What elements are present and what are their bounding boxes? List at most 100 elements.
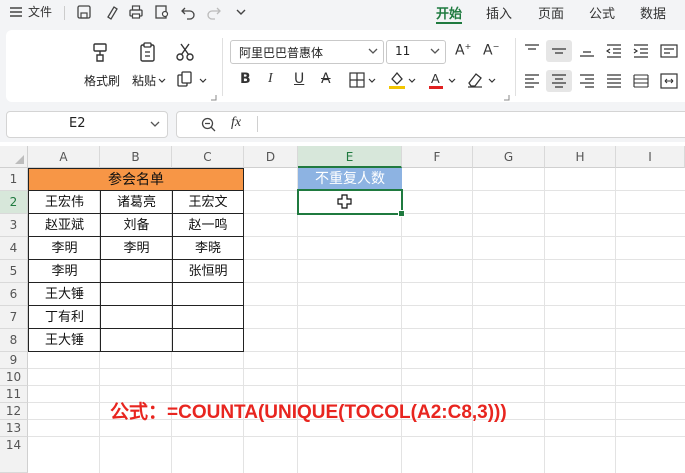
paste-icon[interactable] [137,41,159,63]
paste-label[interactable]: 粘贴 [132,72,156,89]
e1-header-cell[interactable]: 不重复人数 [298,168,402,191]
strikethrough-icon[interactable]: A [321,71,331,87]
bold-icon[interactable]: B [240,71,251,87]
selected-cell-e2[interactable] [297,189,405,217]
justify-icon[interactable] [606,74,622,88]
col-header-i[interactable]: I [616,146,685,168]
undo-icon[interactable] [180,4,196,20]
col-header-a[interactable]: A [28,146,100,168]
col-header-h[interactable]: H [545,146,616,168]
table-cell[interactable] [100,305,173,329]
row-header-11[interactable]: 11 [0,386,28,403]
tab-home[interactable]: 开始 [436,3,462,22]
print-icon[interactable] [128,4,144,20]
menu-icon[interactable] [8,4,24,20]
table-cell[interactable] [172,282,244,306]
chevron-down-icon[interactable] [150,121,160,128]
table-cell[interactable]: 张恒明 [172,259,244,283]
row-header-10[interactable]: 10 [0,369,28,386]
tab-data[interactable]: 数据 [640,3,666,22]
copy-icon[interactable] [176,71,196,89]
col-header-f[interactable]: F [402,146,473,168]
row-header-4[interactable]: 4 [0,237,28,260]
table-cell[interactable]: 赵一鸣 [172,213,244,237]
table-cell[interactable]: 王大锤 [28,282,101,306]
table-cell[interactable]: 丁有利 [28,305,101,329]
borders-icon[interactable] [349,72,365,88]
name-box[interactable]: E2 [6,111,168,138]
chevron-down-icon[interactable] [408,78,416,84]
table-cell[interactable] [100,259,173,283]
tab-page[interactable]: 页面 [538,3,564,22]
table-cell[interactable] [100,328,173,352]
formula-input[interactable]: fx [176,111,685,138]
fx-icon[interactable]: fx [231,115,241,131]
table-cell[interactable] [172,328,244,352]
fill-handle[interactable] [398,210,405,217]
row-header-2[interactable]: 2 [0,191,28,214]
chevron-down-icon[interactable] [448,78,456,84]
zoom-icon[interactable] [201,117,216,132]
row-header-12[interactable]: 12 [0,403,28,420]
italic-icon[interactable]: I [268,71,273,87]
chevron-down-icon[interactable] [368,78,376,84]
font-color-icon[interactable]: A [428,70,444,90]
distributed-align-icon[interactable] [633,74,649,88]
row-header-8[interactable]: 8 [0,329,28,352]
table-title-cell[interactable]: 参会名单 [28,168,244,191]
table-cell[interactable]: 李明 [28,236,101,260]
row-header-13[interactable]: 13 [0,420,28,437]
redo-icon[interactable] [206,4,222,20]
col-header-g[interactable]: G [473,146,545,168]
col-header-d[interactable]: D [244,146,298,168]
format-painter-icon[interactable] [90,41,112,63]
row-header-14[interactable]: 14 [0,437,28,473]
table-cell[interactable]: 李晓 [172,236,244,260]
tab-formula[interactable]: 公式 [589,3,615,22]
chevron-down-icon[interactable] [488,78,496,84]
col-header-e[interactable]: E [298,146,402,168]
row-header-9[interactable]: 9 [0,352,28,369]
align-bottom-icon[interactable] [579,44,595,58]
format-painter-label[interactable]: 格式刷 [84,72,120,89]
cut-icon[interactable] [175,42,195,62]
col-header-c[interactable]: C [172,146,244,168]
copy-dropdown-icon[interactable] [199,78,207,84]
table-cell[interactable] [172,305,244,329]
fill-color-icon[interactable] [388,70,406,90]
print-preview-icon[interactable] [154,4,170,20]
increase-indent-icon[interactable] [633,44,649,58]
row-header-6[interactable]: 6 [0,283,28,306]
underline-icon[interactable]: U [294,71,304,87]
table-cell[interactable]: 王宏文 [172,190,244,214]
dialog-launcher-icon[interactable] [503,94,510,101]
col-header-b[interactable]: B [100,146,172,168]
row-header-1[interactable]: 1 [0,168,28,191]
increase-font-size-icon[interactable]: A+ [455,42,471,59]
save-icon[interactable] [76,4,92,20]
table-cell[interactable]: 王大锤 [28,328,101,352]
row-header-7[interactable]: 7 [0,306,28,329]
align-middle-icon[interactable] [551,44,567,58]
row-header-3[interactable]: 3 [0,214,28,237]
align-center-icon[interactable] [551,74,567,88]
font-name-select[interactable]: 阿里巴巴普惠体 [230,40,384,64]
table-cell[interactable]: 刘备 [100,213,173,237]
table-cell[interactable]: 王宏伟 [28,190,101,214]
decrease-font-size-icon[interactable]: A− [483,42,499,59]
table-cell[interactable]: 李明 [100,236,173,260]
pdf-export-icon[interactable] [104,4,120,20]
select-all-corner[interactable] [0,146,28,168]
align-right-icon[interactable] [579,74,595,88]
table-cell[interactable]: 赵亚斌 [28,213,101,237]
table-cell[interactable] [100,282,173,306]
wrap-text-icon[interactable] [660,44,678,58]
table-cell[interactable]: 李明 [28,259,101,283]
file-menu[interactable]: 文件 [28,3,52,20]
chevron-down-icon[interactable] [233,4,249,20]
tab-insert[interactable]: 插入 [486,3,512,22]
align-left-icon[interactable] [524,74,540,88]
dialog-launcher-icon[interactable] [210,94,217,101]
merge-center-icon[interactable] [660,73,678,89]
clear-format-icon[interactable] [466,71,484,89]
